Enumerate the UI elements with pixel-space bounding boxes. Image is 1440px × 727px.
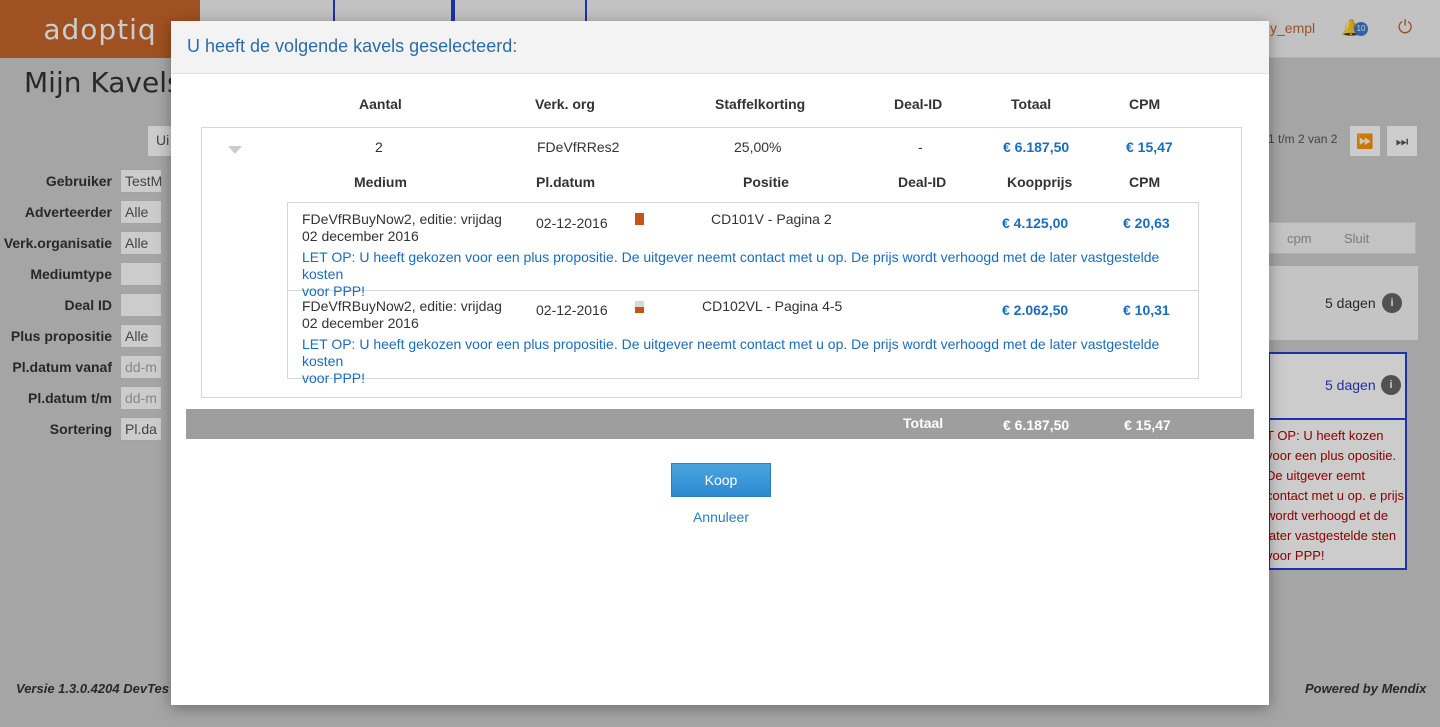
plus-propositie-note: LET OP: U heeft gekozen voor een plus pr… bbox=[302, 336, 1182, 387]
header-cpm: CPM bbox=[1129, 96, 1161, 112]
plus-propositie-note: LET OP: U heeft gekozen voor een plus pr… bbox=[302, 249, 1182, 300]
item-cpm: € 10,31 bbox=[1123, 302, 1170, 318]
item-koopprijs: € 2.062,50 bbox=[1002, 302, 1069, 318]
group-cpm: € 15,47 bbox=[1126, 139, 1173, 155]
annuleer-link[interactable]: Annuleer bbox=[671, 509, 771, 525]
dialog-header: U heeft de volgende kavels geselecteerd: bbox=[171, 21, 1269, 74]
item-koopprijs: € 4.125,00 bbox=[1002, 215, 1069, 231]
item-cpm: € 20,63 bbox=[1123, 215, 1170, 231]
item-header-deal-id: Deal-ID bbox=[898, 174, 947, 190]
group-aantal: 2 bbox=[375, 139, 383, 155]
collapse-caret-icon[interactable] bbox=[228, 146, 242, 154]
header-aantal: Aantal bbox=[359, 96, 402, 112]
position-marker-icon bbox=[635, 213, 644, 225]
total-cpm: € 15,47 bbox=[1124, 417, 1171, 433]
item-header-cpm: CPM bbox=[1129, 174, 1161, 190]
item-medium: FDeVfRBuyNow2, editie: vrijdag 02 decemb… bbox=[302, 298, 502, 332]
total-bar: Totaal € 6.187,50 € 15,47 bbox=[186, 409, 1254, 439]
header-verk-org: Verk. org bbox=[535, 96, 595, 112]
group-totaal: € 6.187,50 bbox=[1003, 139, 1070, 155]
header-deal-id: Deal-ID bbox=[894, 96, 943, 112]
item-medium: FDeVfRBuyNow2, editie: vrijdag 02 decemb… bbox=[302, 211, 502, 245]
item-medium-line: 02 december 2016 bbox=[302, 228, 419, 244]
dialog-title: U heeft de volgende kavels geselecteerd: bbox=[187, 36, 518, 56]
header-totaal: Totaal bbox=[1011, 96, 1052, 112]
position-marker-icon bbox=[635, 301, 644, 313]
item-header-pldatum: Pl.datum bbox=[536, 174, 596, 190]
total-totaal: € 6.187,50 bbox=[1003, 417, 1070, 433]
header-staffelkorting: Staffelkorting bbox=[715, 96, 806, 112]
note-line: LET OP: U heeft gekozen voor een plus pr… bbox=[302, 336, 1160, 369]
item-pldatum: 02-12-2016 bbox=[536, 215, 608, 231]
item-medium-line: FDeVfRBuyNow2, editie: vrijdag bbox=[302, 298, 502, 314]
item-medium-line: FDeVfRBuyNow2, editie: vrijdag bbox=[302, 211, 502, 227]
total-label: Totaal bbox=[903, 415, 944, 431]
item-positie: CD102VL - Pagina 4-5 bbox=[702, 298, 843, 314]
selection-dialog: U heeft de volgende kavels geselecteerd:… bbox=[171, 21, 1269, 705]
item-header-koopprijs: Koopprijs bbox=[1007, 174, 1073, 190]
group-staffelkorting: 25,00% bbox=[734, 139, 782, 155]
koop-button[interactable]: Koop bbox=[671, 463, 771, 497]
item-pldatum: 02-12-2016 bbox=[536, 302, 608, 318]
item-header-positie: Positie bbox=[743, 174, 789, 190]
note-line: voor PPP! bbox=[302, 370, 366, 386]
group-deal-id: - bbox=[918, 139, 923, 155]
note-line: LET OP: U heeft gekozen voor een plus pr… bbox=[302, 249, 1160, 282]
item-header-medium: Medium bbox=[354, 174, 407, 190]
item-medium-line: 02 december 2016 bbox=[302, 315, 419, 331]
item-positie: CD101V - Pagina 2 bbox=[711, 211, 832, 227]
group-verk-org: FDeVfRRes2 bbox=[537, 139, 620, 155]
